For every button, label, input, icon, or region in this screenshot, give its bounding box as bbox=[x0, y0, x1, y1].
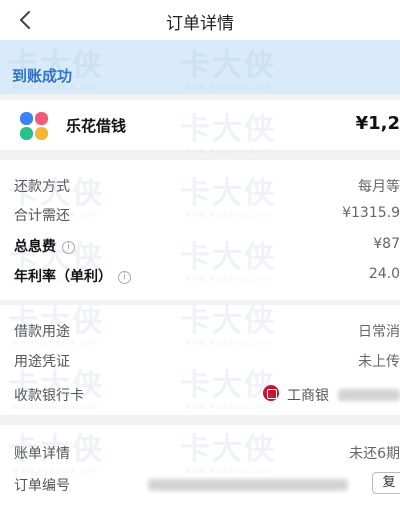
bill-card: 账单详情 未还6期 订单编号 复 bbox=[0, 425, 400, 507]
masked-order-number bbox=[148, 479, 348, 491]
annual-rate-value: 24.0 bbox=[368, 266, 400, 282]
annual-rate-row[interactable]: 年利率（单利） i 24.0 bbox=[0, 262, 400, 290]
bill-detail-value: 未还6期 bbox=[349, 446, 400, 462]
status-text: 到账成功 bbox=[12, 67, 73, 85]
product-name: 乐花借钱 bbox=[66, 117, 127, 135]
order-number-row: 订单编号 复 bbox=[0, 471, 400, 499]
annual-rate-label: 年利率（单利） i bbox=[14, 266, 131, 286]
total-interest-value: ¥87 bbox=[373, 236, 400, 252]
product-logo-icon bbox=[20, 112, 48, 140]
bank-logo-icon bbox=[263, 385, 279, 401]
status-banner: 到账成功 bbox=[0, 40, 400, 94]
masked-card-number bbox=[338, 389, 400, 401]
total-due-row: 合计需还 ¥1315.9 bbox=[0, 201, 400, 229]
order-number-label: 订单编号 bbox=[14, 478, 70, 494]
product-row: 乐花借钱 ¥1,2 bbox=[0, 100, 400, 150]
bill-detail-row[interactable]: 账单详情 未还6期 bbox=[0, 439, 400, 467]
loan-amount: ¥1,2 bbox=[355, 113, 400, 134]
repayment-card: 还款方式 每月等 合计需还 ¥1315.9 总息费 i ¥87 年利率（单利） i … bbox=[0, 160, 400, 300]
info-icon[interactable]: i bbox=[62, 241, 75, 254]
total-interest-label: 总息费 i bbox=[14, 236, 75, 256]
repayment-method-value: 每月等 bbox=[358, 179, 400, 195]
page-title: 订单详情 bbox=[166, 14, 234, 34]
total-due-label: 合计需还 bbox=[14, 208, 70, 224]
top-nav-bar: 订单详情 bbox=[0, 0, 400, 40]
bank-card-row[interactable]: 收款银行卡 工商银 bbox=[0, 381, 400, 409]
bank-card-value: 工商银 bbox=[287, 388, 329, 404]
purpose-voucher-label: 用途凭证 bbox=[14, 354, 70, 370]
loan-details-card: 借款用途 日常消 用途凭证 未上传 收款银行卡 工商银 bbox=[0, 305, 400, 415]
bill-detail-label: 账单详情 bbox=[14, 446, 70, 462]
purpose-voucher-row[interactable]: 用途凭证 未上传 bbox=[0, 347, 400, 375]
loan-purpose-label: 借款用途 bbox=[14, 324, 70, 340]
loan-purpose-row: 借款用途 日常消 bbox=[0, 317, 400, 345]
copy-button[interactable]: 复 bbox=[372, 472, 400, 494]
info-icon[interactable]: i bbox=[118, 271, 131, 284]
purpose-voucher-value: 未上传 bbox=[358, 354, 400, 370]
total-due-value: ¥1315.9 bbox=[342, 205, 400, 221]
loan-purpose-value: 日常消 bbox=[358, 324, 400, 340]
repayment-method-label: 还款方式 bbox=[14, 179, 70, 195]
total-interest-row[interactable]: 总息费 i ¥87 bbox=[0, 232, 400, 260]
repayment-method-row: 还款方式 每月等 bbox=[0, 172, 400, 200]
bank-card-label: 收款银行卡 bbox=[14, 388, 84, 404]
